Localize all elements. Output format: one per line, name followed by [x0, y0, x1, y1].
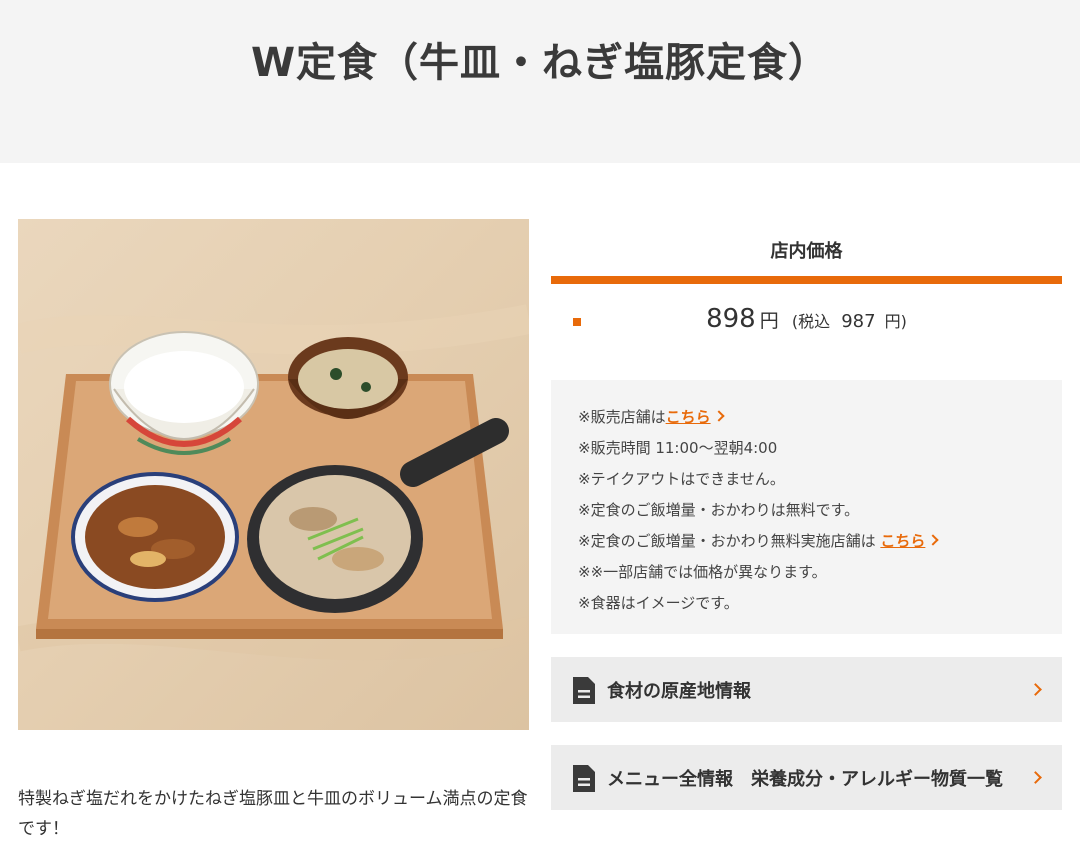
notes-panel: ※販売店舗はこちら ※販売時間 11:00〜翌朝4:00 ※テイクアウトはできま… [551, 380, 1062, 634]
note-image: ※食器はイメージです。 [578, 594, 739, 612]
chevron-right-icon [1029, 771, 1042, 784]
ingredient-origin-button[interactable]: 食材の原産地情報 [551, 657, 1062, 722]
note-hours: ※販売時間 11:00〜翌朝4:00 [578, 439, 778, 457]
document-icon [573, 677, 595, 704]
set-meal-illustration [18, 304, 529, 661]
product-description: 特製ねぎ塩だれをかけたねぎ塩豚皿と牛皿のボリューム満点の定食です！ [18, 789, 528, 839]
menu-info-button[interactable]: メニュー全情報 栄養成分・アレルギー物質一覧 [551, 745, 1062, 810]
price-tax-suffix: 円) [884, 312, 907, 331]
menu-info-label: メニュー全情報 栄養成分・アレルギー物質一覧 [607, 769, 1003, 790]
note-refill-store-text: ※定食のご飯増量・おかわり無料実施店舗は [578, 532, 876, 550]
note-refill: ※定食のご飯増量・おかわりは無料です。 [578, 501, 860, 519]
note-price-diff: ※※一部店舗では価格が異なります。 [578, 563, 827, 581]
chevron-right-icon [927, 534, 940, 546]
price-tax-prefix: (税込 [791, 312, 831, 331]
price-text: 898 円 (税込 987 円) [551, 304, 1062, 334]
note-store-text: ※販売店舗は [578, 408, 666, 426]
price-heading: 店内価格 [770, 241, 843, 262]
refill-store-link[interactable]: こちら [880, 532, 925, 550]
note-store: ※販売店舗はこちら [578, 402, 1062, 433]
page-title: W定食（牛皿・ねぎ塩豚定食） [250, 40, 830, 86]
chevron-right-icon [1029, 683, 1042, 696]
note-refill-store: ※定食のご飯増量・おかわり無料実施店舗は こちら [578, 526, 1062, 557]
store-link[interactable]: こちら [666, 408, 711, 426]
document-icon [573, 765, 595, 792]
price-accent-bar [551, 276, 1062, 284]
ingredient-origin-label: 食材の原産地情報 [607, 681, 751, 702]
product-image [18, 219, 529, 730]
chevron-right-icon [712, 410, 725, 422]
price-yen: 円 [759, 310, 779, 332]
note-takeout: ※テイクアウトはできません。 [578, 470, 785, 488]
price-tax-amount: 987 [841, 311, 876, 332]
price-row: 898 円 (税込 987 円) [551, 300, 1062, 344]
page-header: W定食（牛皿・ねぎ塩豚定食） [0, 0, 1080, 163]
price-amount: 898 [706, 304, 756, 334]
